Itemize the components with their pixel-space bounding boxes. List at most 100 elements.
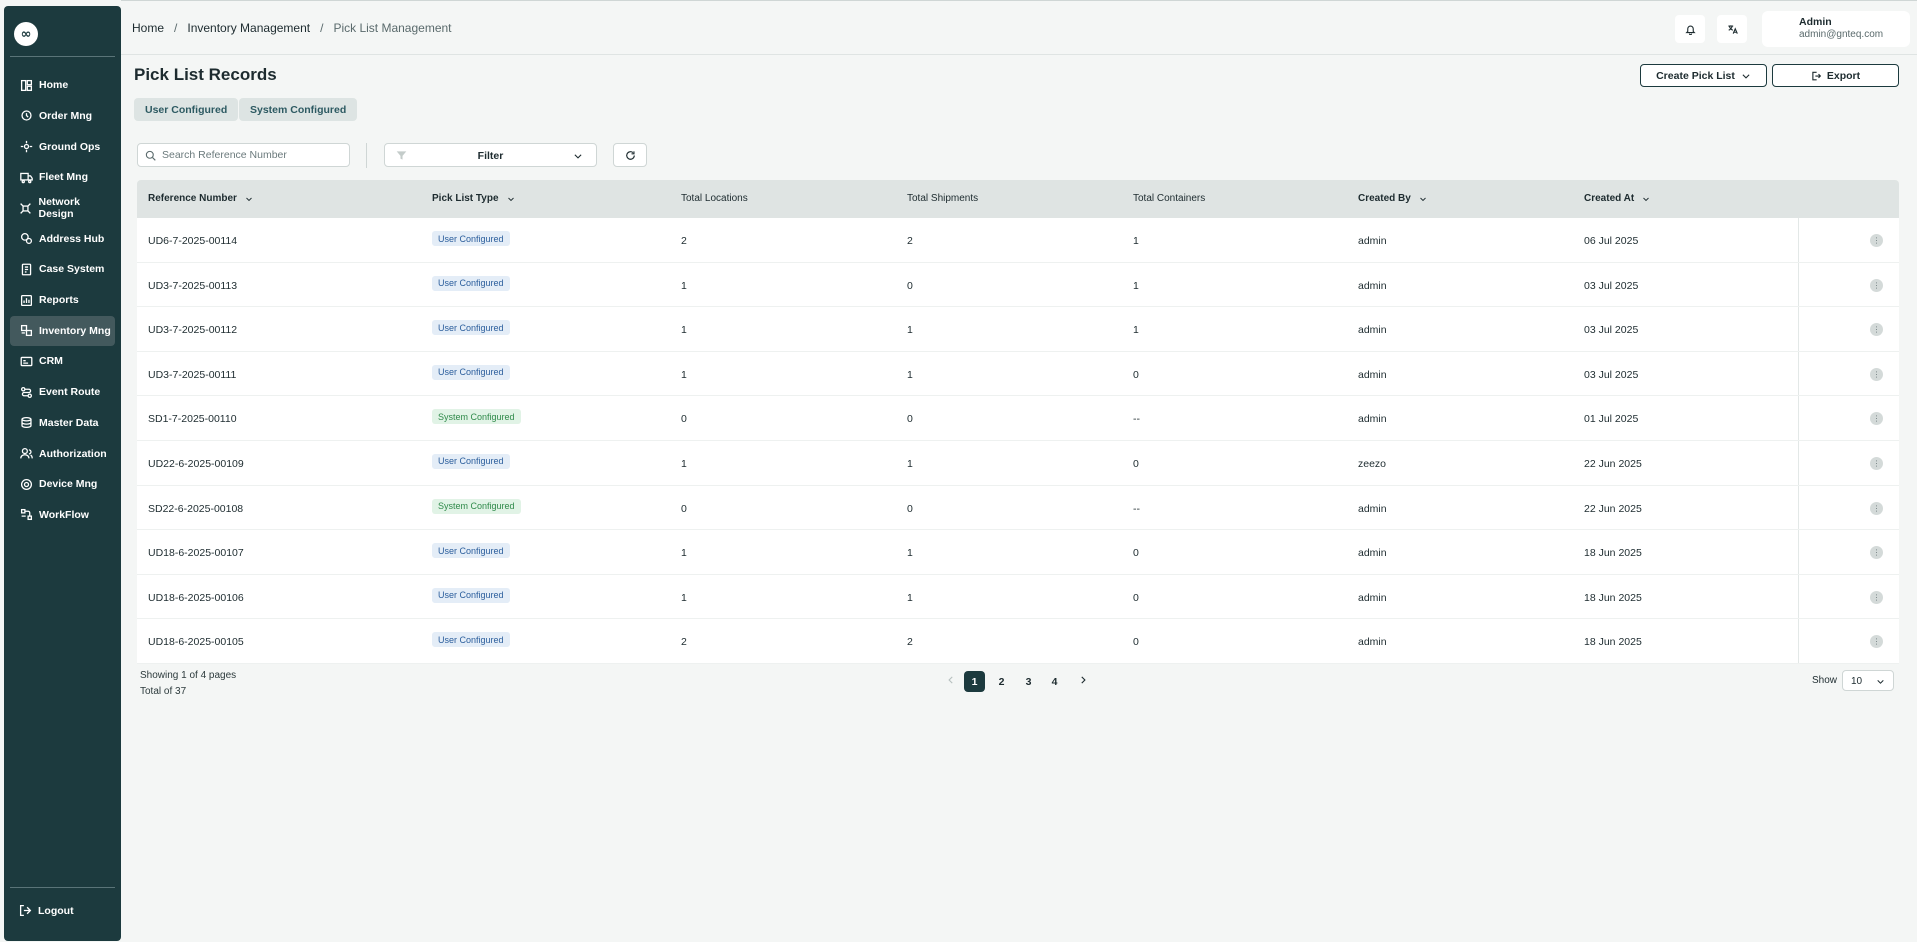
sidebar-item-authorization[interactable]: Authorization [10, 438, 115, 469]
action-column-divider [1798, 485, 1799, 530]
cell-containers: 0 [1133, 547, 1139, 560]
action-column-divider [1798, 262, 1799, 307]
table-row[interactable]: UD3-7-2025-00113 User Configured 1 0 1 admin 0… [137, 262, 1899, 308]
sidebar-item-address-hub[interactable]: Address Hub [10, 223, 115, 254]
breadcrumb-current: Pick List Management [333, 21, 452, 35]
sidebar-item-label: Fleet Mng [39, 171, 88, 184]
table-row[interactable]: UD22-6-2025-00109 User Configured 1 1 0 zeezo… [137, 440, 1899, 486]
cell-containers: 1 [1133, 324, 1139, 337]
row-actions-icon[interactable]: ⋮ [1870, 234, 1883, 247]
cell-locations: 1 [681, 279, 687, 292]
sidebar-item-case-system[interactable]: Case System [10, 254, 115, 285]
sidebar-item-reports[interactable]: Reports [10, 285, 115, 316]
column-label: Total Shipments [907, 193, 979, 204]
page-button-2[interactable]: 2 [991, 671, 1012, 692]
table-row[interactable]: UD6-7-2025-00114 User Configured 2 2 1 admin 0… [137, 218, 1899, 263]
sidebar-item-label: Ground Ops [39, 140, 101, 153]
action-column-divider [1798, 396, 1799, 440]
table-row[interactable]: UD3-7-2025-00111 User Configured 1 1 0 admin 0… [137, 351, 1899, 397]
page-button-4[interactable]: 4 [1044, 671, 1065, 692]
type-badge: System Configured [432, 498, 521, 514]
cell-shipments: 1 [907, 591, 913, 604]
search-input[interactable] [162, 144, 347, 166]
column-header-reference[interactable]: Reference Number [148, 193, 253, 204]
cell-containers: 0 [1133, 457, 1139, 470]
breadcrumb-home[interactable]: Home [132, 21, 164, 35]
row-actions-icon[interactable]: ⋮ [1870, 546, 1883, 560]
logout-button[interactable]: Logout [19, 904, 74, 917]
showing-pages-text: Showing 1 of 4 pages [140, 670, 237, 681]
cell-reference: UD3-7-2025-00111 [148, 368, 237, 381]
row-actions-icon[interactable]: ⋮ [1870, 412, 1883, 426]
cell-created-by: admin [1358, 502, 1387, 515]
page-size-select[interactable]: 10 [1842, 670, 1894, 691]
row-actions-icon[interactable]: ⋮ [1870, 456, 1883, 470]
column-header-type[interactable]: Pick List Type [432, 193, 515, 204]
export-label: Export [1826, 69, 1861, 82]
page-size-label: Show [1812, 675, 1838, 686]
breadcrumb-separator: / [174, 21, 178, 35]
sort-chevron-icon [1643, 197, 1650, 201]
user-menu[interactable]: Admin admin@gnteq.com [1762, 11, 1910, 47]
create-pick-list-button[interactable]: Create Pick List [1640, 64, 1767, 87]
column-header-created-at[interactable]: Created At [1584, 193, 1650, 204]
logout-icon [19, 904, 32, 917]
sidebar-item-inventory-mng[interactable]: Inventory Mng [10, 315, 115, 347]
column-label: Pick List Type [432, 193, 499, 204]
sidebar-item-workflow[interactable]: WorkFlow [10, 500, 115, 531]
row-actions-icon[interactable]: ⋮ [1870, 635, 1883, 649]
app-logo[interactable]: ∞ [14, 22, 38, 46]
row-actions-icon[interactable]: ⋮ [1870, 501, 1883, 515]
cell-reference: UD18-6-2025-00105 [148, 636, 244, 649]
filter-dropdown[interactable]: Filter [384, 143, 597, 167]
cell-created-at: 18 Jun 2025 [1584, 547, 1642, 560]
table-row[interactable]: SD22-6-2025-00108 System Configured 0 0 -- ad… [137, 485, 1899, 531]
column-header-created-by[interactable]: Created By [1358, 193, 1427, 204]
sidebar-item-event-route[interactable]: Event Route [10, 377, 115, 408]
sidebar-item-network-design[interactable]: Network Design [10, 193, 115, 224]
sidebar-item-label: Device Mng [39, 478, 98, 491]
sidebar-item-device-mng[interactable]: Device Mng [10, 469, 115, 500]
cell-locations: 1 [681, 457, 687, 470]
row-actions-icon[interactable]: ⋮ [1870, 323, 1883, 337]
route-icon [19, 385, 33, 399]
export-button[interactable]: Export [1772, 64, 1899, 87]
row-actions-icon[interactable]: ⋮ [1870, 590, 1883, 604]
sidebar-item-label: Network Design [38, 196, 80, 221]
cell-locations: 1 [681, 547, 687, 560]
previous-page-button[interactable] [946, 675, 958, 687]
cell-created-at: 18 Jun 2025 [1584, 591, 1642, 604]
table-row[interactable]: SD1-7-2025-00110 System Configured 0 0 -- adm… [137, 396, 1899, 441]
refresh-button[interactable] [613, 143, 647, 167]
tab-system-configured[interactable]: System Configured [239, 98, 358, 121]
cell-created-by: admin [1358, 547, 1387, 560]
row-actions-icon[interactable]: ⋮ [1870, 278, 1883, 292]
cell-shipments: 1 [907, 324, 913, 337]
network-icon [19, 201, 33, 215]
sidebar-item-label: Case System [39, 263, 105, 276]
translate-button[interactable] [1717, 15, 1747, 43]
next-page-button[interactable] [1078, 675, 1090, 687]
logout-label: Logout [38, 904, 74, 917]
table-row[interactable]: UD18-6-2025-00106 User Configured 1 1 0 admin… [137, 574, 1899, 620]
cell-created-by: zeezo [1358, 457, 1387, 470]
tab-user-configured[interactable]: User Configured [134, 98, 239, 121]
table-row[interactable]: UD18-6-2025-00107 User Configured 1 1 0 admin… [137, 530, 1899, 575]
notifications-button[interactable] [1675, 15, 1705, 43]
row-actions-icon[interactable]: ⋮ [1870, 367, 1883, 381]
sidebar-item-master-data[interactable]: Master Data [10, 408, 115, 439]
table-row[interactable]: UD18-6-2025-00105 User Configured 2 2 0 admin… [137, 619, 1899, 664]
home-icon [19, 78, 33, 92]
sidebar-item-crm[interactable]: CRM [10, 346, 115, 377]
table-row[interactable]: UD3-7-2025-00112 User Configured 1 1 1 admin 0… [137, 307, 1899, 352]
sidebar-item-order-mng[interactable]: Order Mng [10, 101, 115, 132]
sidebar-item-fleet-mng[interactable]: Fleet Mng [10, 162, 115, 193]
sidebar-item-home[interactable]: Home [10, 70, 115, 101]
sidebar-item-ground-ops[interactable]: Ground Ops [10, 131, 115, 162]
cell-created-by: admin [1358, 591, 1387, 604]
page-button-1[interactable]: 1 [964, 671, 985, 692]
page-button-3[interactable]: 3 [1018, 671, 1039, 692]
cell-created-at: 01 Jul 2025 [1584, 413, 1639, 426]
breadcrumb-inventory[interactable]: Inventory Management [187, 21, 310, 35]
order-icon [19, 109, 33, 123]
